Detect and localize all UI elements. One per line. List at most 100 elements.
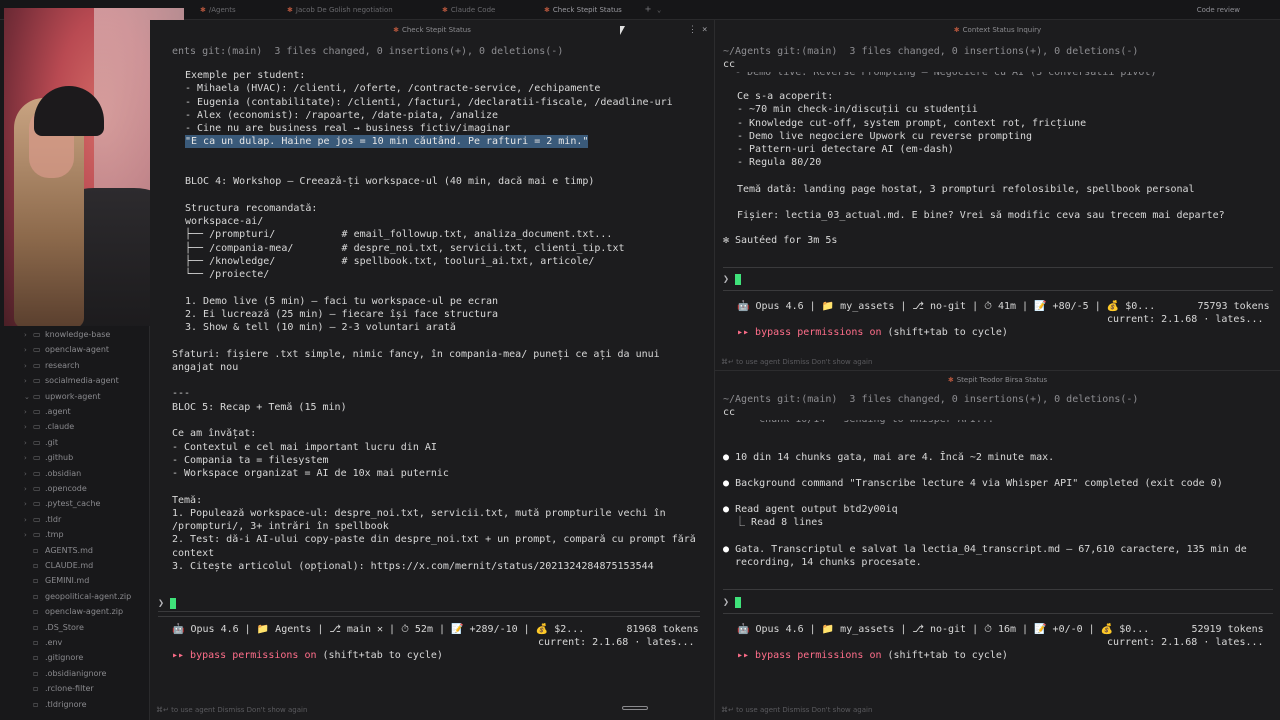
file-icon: ▫ [33, 653, 39, 663]
terminal-line: angajat nou [172, 361, 239, 373]
tree-item[interactable]: ▫ GEMINI.md [24, 573, 89, 588]
tab-3[interactable]: ✱ Check Stepit Status [544, 0, 622, 20]
tab-0[interactable]: ✱/Agents [200, 0, 236, 20]
git-status-line: ~/Agents git:(main) 3 files changed, 0 i… [723, 394, 1139, 405]
tree-item[interactable]: › ▭ research [24, 358, 80, 373]
tab-1[interactable]: ✱ Jacob De Golish negotiation [287, 0, 393, 20]
close-pane-icon[interactable]: × [702, 20, 707, 40]
terminal-line: 3. Citește articolul (opțional): https:/… [172, 560, 654, 572]
tree-item[interactable]: › ▭ .tldr [24, 512, 61, 527]
prompt-input[interactable]: ❯ [723, 596, 742, 609]
terminal-pane-bottom-right[interactable]: ✱ Stepit Teodor Birsa Status ~/Agents git… [715, 371, 1280, 720]
terminal-line: - Mihaela (HVAC): /clienti, /oferte, /co… [185, 83, 601, 95]
chevron-right-icon: › [24, 469, 27, 478]
tree-item-label: .tldrignore [45, 699, 87, 709]
tree-item[interactable]: › ▭ knowledge-base [24, 327, 110, 342]
tree-item-label: openclaw-agent [45, 345, 110, 355]
folder-icon: ▭ [33, 453, 41, 463]
tree-item[interactable]: ▫ AGENTS.md [24, 543, 93, 558]
version-line: current: 2.1.68 · lates... [538, 637, 695, 648]
tree-item[interactable]: › ▭ .pytest_cache [24, 496, 100, 511]
terminal-line: Structura recomandată: [185, 202, 318, 214]
file-icon: ▫ [33, 638, 39, 647]
file-icon: ▫ [33, 607, 39, 617]
tree-item-label: .github [45, 453, 74, 463]
footer-hint[interactable]: ⌘↵ to use agent Dismiss Don't show again [156, 706, 307, 714]
tree-item[interactable]: ▫ .gitignore [24, 650, 83, 665]
input-divider-top [723, 267, 1273, 268]
tree-item[interactable]: › ▭ openclaw-agent [24, 342, 109, 357]
tree-item[interactable]: › ▭ .git [24, 435, 58, 450]
terminal-line: 2. Test: dă-i AI-ului copy-paste din des… [172, 534, 696, 546]
tree-item[interactable]: ▫ .DS_Store [24, 620, 84, 635]
tree-item[interactable]: ▫ CLAUDE.md [24, 558, 93, 573]
tree-item-label: AGENTS.md [45, 545, 93, 555]
terminal-line: - Contextul e cel mai important lucru di… [172, 441, 437, 453]
tree-item[interactable]: ▫ openclaw-agent.zip [24, 604, 123, 619]
prompt-input[interactable]: ❯ [158, 597, 177, 610]
tree-item[interactable]: ▫ .tldrignore [24, 697, 87, 712]
folder-icon: ▭ [33, 422, 41, 432]
terminal-pane-top-right[interactable]: ✱ Context Status Inquiry ~/Agents git:(ma… [715, 20, 1280, 370]
bypass-permissions-line: ▸▸ bypass permissions on (shift+tab to c… [737, 327, 1008, 338]
tree-item[interactable]: ▫ .rclone-filter [24, 681, 94, 696]
chevron-right-icon: › [24, 346, 27, 355]
scroll-handle[interactable] [622, 706, 648, 710]
tree-item-label: knowledge-base [45, 330, 111, 339]
chevron-right-icon: › [24, 438, 27, 447]
new-tab-button[interactable]: + [645, 0, 651, 20]
file-icon: ▫ [33, 684, 39, 694]
tree-item[interactable]: › ▭ .agent [24, 404, 71, 419]
file-icon: ▫ [33, 622, 39, 632]
tree-item[interactable]: › ▭ .github [24, 450, 73, 465]
tab-2[interactable]: ✱ Claude Code [442, 0, 495, 20]
tree-item[interactable]: › ▭ .opencode [24, 481, 87, 496]
footer-hint[interactable]: ⌘↵ to use agent Dismiss Don't show again [721, 706, 872, 714]
chevron-right-icon: › [24, 531, 27, 540]
file-icon: ▫ [33, 699, 39, 709]
version-line: current: 2.1.68 · lates... [1107, 637, 1264, 648]
tree-item-label: .pytest_cache [45, 499, 101, 509]
tree-item[interactable]: ▫ .env [24, 635, 62, 650]
tabs-dropdown-icon[interactable]: ⌄ [657, 0, 661, 20]
tree-item[interactable]: › ▭ .claude [24, 419, 74, 434]
tree-item-label: .obsidian [45, 468, 82, 478]
tree-item-label: .tmp [45, 530, 64, 540]
message-line: ● Background command "Transcribe lecture… [723, 478, 1223, 489]
pane-title: ✱ Context Status Inquiry [953, 26, 1042, 34]
terminal-line: context [172, 547, 215, 559]
terminal-line: Ce s-a acoperit: [737, 91, 834, 103]
footer-hint[interactable]: ⌘↵ to use agent Dismiss Don't show again [721, 358, 872, 366]
terminal-line: 1. Populează workspace-ul: despre_noi.tx… [172, 507, 666, 519]
folder-icon: ▭ [33, 407, 41, 416]
tree-item[interactable]: › ▭ .tmp [24, 527, 64, 542]
mouse-cursor-icon [620, 26, 625, 35]
chevron-right-icon: › [24, 377, 27, 386]
message-line: ● Read agent output btd2y00iq [723, 504, 898, 515]
folder-icon: ▭ [33, 391, 41, 401]
chevron-down-icon: ⌄ [24, 392, 30, 401]
git-status-line: ents git:(main) 3 files changed, 0 inser… [172, 46, 564, 57]
terminal-line: - Knowledge cut-off, system prompt, cont… [737, 117, 1087, 129]
message-line: ● Gata. Transcriptul e salvat la lectia_… [723, 544, 1247, 555]
pane-menu-icon[interactable]: ⋮ [688, 20, 697, 40]
terminal-line: ├── /knowledge/ # spellbook.txt, tooluri… [185, 255, 595, 267]
tree-item[interactable]: › ▭ .obsidian [24, 466, 81, 481]
tree-item[interactable]: › ▭ socialmedia-agent [24, 373, 119, 388]
pane-title: ✱ Stepit Teodor Birsa Status [947, 376, 1048, 384]
terminal-pane-left[interactable]: ✱ Check Stepit Status ⋮ × ents git:(main)… [150, 20, 714, 720]
tree-item-label: geopolitical-agent.zip [45, 591, 132, 601]
message-subline: ⎿ Read 8 lines [723, 517, 824, 528]
code-review-button[interactable]: Code review [1197, 0, 1240, 20]
tree-item[interactable]: ⌄ ▭ upwork-agent [24, 389, 101, 404]
tab-label: /Agents [208, 6, 236, 14]
tree-item-label: CLAUDE.md [45, 561, 94, 570]
input-divider-bottom [723, 613, 1273, 614]
prompt-input[interactable]: ❯ [723, 273, 742, 286]
folder-icon: ▭ [33, 437, 41, 447]
tree-item[interactable]: ▫ .obsidianignore [24, 666, 106, 681]
folder-icon: ▭ [33, 468, 41, 478]
tab-label: Claude Code [450, 6, 496, 14]
tree-item[interactable]: ▫ geopolitical-agent.zip [24, 589, 131, 604]
status-line: 🤖 Opus 4.6 | 📁 my_assets | ⎇ no-git | ⏱ … [737, 624, 1264, 635]
